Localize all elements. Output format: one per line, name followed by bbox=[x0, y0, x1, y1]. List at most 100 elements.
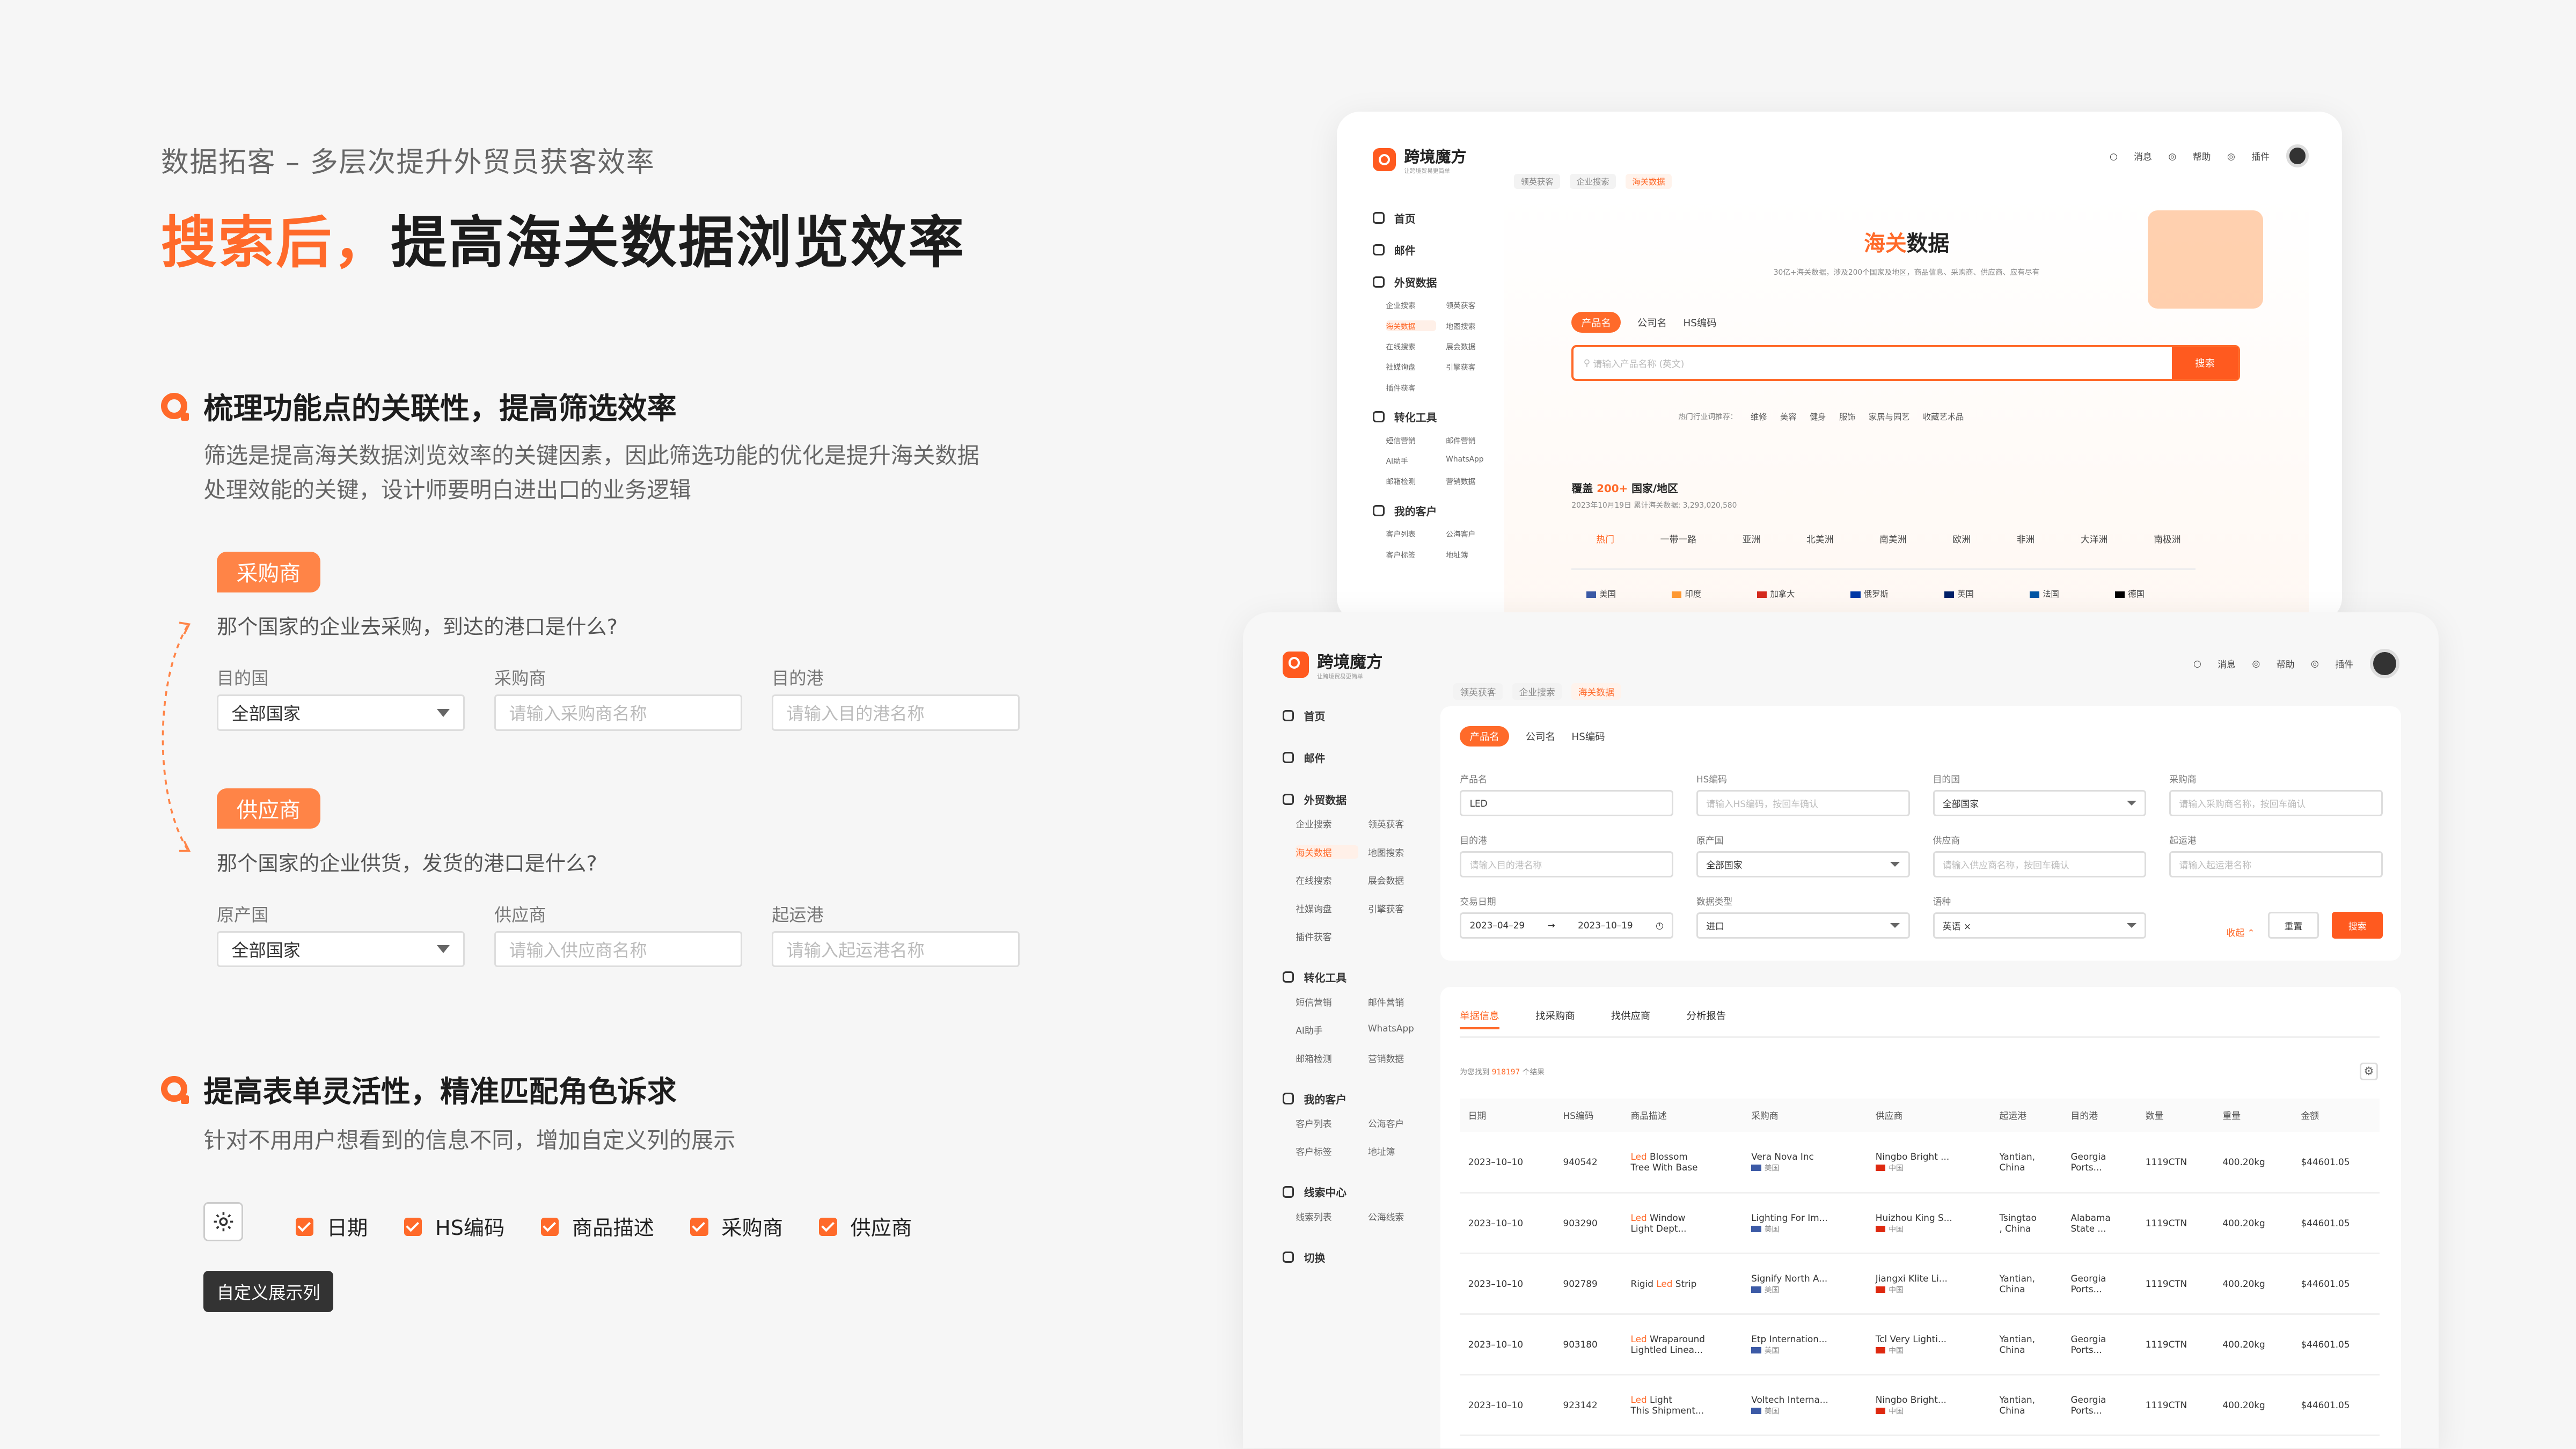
plugin-icon[interactable]: ◎ bbox=[2311, 658, 2319, 669]
help-icon[interactable]: ◎ bbox=[2252, 658, 2260, 669]
tab-records[interactable]: 单据信息 bbox=[1460, 1008, 1499, 1029]
cell-desc[interactable]: Led Wraparound Lightled Linea... bbox=[1622, 1314, 1743, 1376]
nav-lead[interactable]: 线索中心 bbox=[1282, 1184, 1430, 1199]
cell-buyer[interactable]: Signify North A... 美国 bbox=[1743, 1253, 1868, 1315]
nav-trade[interactable]: 外贸数据 bbox=[1373, 274, 1496, 290]
subnav-item[interactable]: 短信营销 bbox=[1386, 435, 1436, 445]
column-checkbox-supplier[interactable]: 供应商 bbox=[819, 1212, 912, 1241]
search-button[interactable]: 搜索 bbox=[2332, 912, 2383, 939]
country-item[interactable]: 英国 bbox=[1944, 588, 1974, 599]
messages-link[interactable]: 消息 bbox=[2218, 657, 2236, 670]
table-row[interactable]: 2023–10–10 903290 Led Window Light Dept..… bbox=[1460, 1192, 2380, 1254]
subnav-item[interactable]: 引擎获客 bbox=[1368, 902, 1430, 915]
col-supplier[interactable]: 供应商 bbox=[1867, 1099, 1992, 1132]
back-search-button[interactable]: 搜索 bbox=[2172, 347, 2238, 379]
seg-hs[interactable]: HS编码 bbox=[1683, 316, 1716, 330]
country-item[interactable]: 法国 bbox=[2029, 588, 2059, 599]
col-date[interactable]: 日期 bbox=[1460, 1099, 1555, 1132]
cell-buyer[interactable]: Voltech Interna... 美国 bbox=[1743, 1374, 1868, 1437]
bell-icon[interactable]: ○ bbox=[2110, 151, 2118, 162]
subnav-item[interactable]: 邮件营销 bbox=[1368, 995, 1430, 1008]
help-link[interactable]: 帮助 bbox=[2193, 149, 2211, 163]
col-hs[interactable]: HS编码 bbox=[1555, 1099, 1623, 1132]
subnav-item[interactable]: 地址簿 bbox=[1368, 1144, 1430, 1158]
nav-trade[interactable]: 外贸数据 bbox=[1282, 792, 1430, 807]
nav-customer[interactable]: 我的客户 bbox=[1373, 503, 1496, 518]
plugin-link[interactable]: 插件 bbox=[2335, 657, 2353, 670]
hot-item[interactable]: 维修 bbox=[1751, 411, 1767, 422]
subnav-item[interactable]: AI助手 bbox=[1296, 1023, 1358, 1036]
subnav-item[interactable]: 插件获客 bbox=[1296, 930, 1358, 943]
nav-mail[interactable]: 邮件 bbox=[1373, 242, 1496, 258]
subnav-item[interactable]: 领英获客 bbox=[1368, 817, 1430, 830]
cell-desc[interactable]: Led Window Light Dept... bbox=[1622, 1192, 1743, 1254]
cell-buyer[interactable]: Vera Nova Inc 美国 bbox=[1743, 1131, 1868, 1194]
cell-supplier[interactable]: Tcl Very Lighti... 中国 bbox=[1867, 1314, 1992, 1376]
origin-port-input[interactable]: 请输入起运港名称 bbox=[772, 931, 1020, 968]
subnav-item[interactable]: 客户列表 bbox=[1386, 528, 1436, 539]
plugin-link[interactable]: 插件 bbox=[2251, 149, 2270, 163]
hot-item[interactable]: 美容 bbox=[1780, 411, 1797, 422]
supplier-input[interactable]: 请输入供应商名称 bbox=[494, 931, 743, 968]
date-range-picker[interactable]: 2023–04–29 → 2023–10–19 ◷ bbox=[1460, 912, 1674, 939]
tab-linkedin[interactable]: 领英获客 bbox=[1453, 683, 1503, 700]
nav-home[interactable]: 首页 bbox=[1373, 210, 1496, 226]
subnav-item[interactable]: 展会数据 bbox=[1446, 341, 1496, 352]
subnav-item[interactable]: 社媒询盘 bbox=[1296, 902, 1358, 915]
subnav-item[interactable]: 社媒询盘 bbox=[1386, 361, 1436, 372]
help-icon[interactable]: ◎ bbox=[2168, 151, 2176, 162]
subnav-item[interactable]: 在线搜索 bbox=[1296, 873, 1358, 887]
dest-country-select[interactable]: 全部国家 bbox=[216, 694, 465, 731]
region-tab[interactable]: 欧洲 bbox=[1952, 532, 1971, 545]
language-select[interactable]: 英语 × bbox=[1933, 912, 2147, 939]
tab-report[interactable]: 分析报告 bbox=[1687, 1008, 1726, 1029]
plugin-icon[interactable]: ◎ bbox=[2227, 151, 2235, 162]
col-amount[interactable]: 金额 bbox=[2293, 1099, 2380, 1132]
table-row[interactable]: 2023–10–10 902789 Rigid Led Strip Signif… bbox=[1460, 1253, 2380, 1315]
region-tab[interactable]: 大洋洲 bbox=[2081, 532, 2107, 545]
table-row[interactable]: 2023–10–10 903180 Led Wraparound Lightled… bbox=[1460, 1314, 2380, 1376]
col-desc[interactable]: 商品描述 bbox=[1622, 1099, 1743, 1132]
cell-supplier[interactable]: Jiangxi Klite Li... 中国 bbox=[1867, 1253, 1992, 1315]
region-tab[interactable]: 南美洲 bbox=[1879, 532, 1906, 545]
data-type-select[interactable]: 进口 bbox=[1696, 912, 1910, 939]
region-tab[interactable]: 南极洲 bbox=[2154, 532, 2180, 545]
seg-hs[interactable]: HS编码 bbox=[1571, 729, 1605, 743]
hot-item[interactable]: 收藏艺术品 bbox=[1923, 411, 1964, 422]
col-buyer[interactable]: 采购商 bbox=[1743, 1099, 1868, 1132]
country-item[interactable]: 美国 bbox=[1586, 588, 1616, 599]
country-item[interactable]: 德国 bbox=[2114, 588, 2145, 599]
cell-supplier[interactable]: Huizhou King S... 中国 bbox=[1867, 1192, 1992, 1254]
hot-item[interactable]: 健身 bbox=[1810, 411, 1826, 422]
hot-item[interactable]: 服饰 bbox=[1839, 411, 1856, 422]
buyer-input[interactable]: 请输入采购商名称，按回车确认 bbox=[2169, 790, 2383, 817]
subnav-item[interactable]: 地址簿 bbox=[1446, 549, 1496, 560]
nav-mail[interactable]: 邮件 bbox=[1282, 750, 1430, 765]
column-checkbox-hs[interactable]: HS编码 bbox=[404, 1212, 504, 1241]
cell-desc[interactable]: Rigid Led Strip bbox=[1622, 1253, 1743, 1315]
subnav-item[interactable]: 在线搜索 bbox=[1386, 341, 1436, 352]
subnav-item[interactable]: 企业搜索 bbox=[1296, 817, 1358, 830]
col-dest-port[interactable]: 目的港 bbox=[2062, 1099, 2138, 1132]
bell-icon[interactable]: ○ bbox=[2193, 658, 2201, 669]
subnav-item[interactable]: 邮箱检测 bbox=[1386, 475, 1436, 486]
subnav-item[interactable]: 邮件营销 bbox=[1446, 435, 1496, 445]
tab-customs[interactable]: 海关数据 bbox=[1571, 683, 1621, 700]
table-row[interactable]: 2023–10–10 923142 Led Light This Shipment… bbox=[1460, 1374, 2380, 1437]
table-settings-button[interactable]: ⚙ bbox=[2360, 1062, 2378, 1081]
subnav-item[interactable]: 插件获客 bbox=[1386, 382, 1436, 393]
subnav-item[interactable]: 引擎获客 bbox=[1446, 361, 1496, 372]
avatar[interactable] bbox=[2369, 648, 2399, 678]
subnav-item[interactable]: 客户标签 bbox=[1296, 1144, 1358, 1158]
messages-link[interactable]: 消息 bbox=[2134, 149, 2152, 163]
subnav-item-active[interactable]: 海关数据 bbox=[1386, 320, 1436, 331]
tab-customs[interactable]: 海关数据 bbox=[1626, 174, 1672, 189]
col-weight[interactable]: 重量 bbox=[2214, 1099, 2293, 1132]
origin-country-select[interactable]: 全部国家 bbox=[216, 931, 465, 968]
tab-find-supplier[interactable]: 找供应商 bbox=[1611, 1008, 1650, 1029]
subnav-item[interactable]: AI助手 bbox=[1386, 455, 1436, 466]
help-link[interactable]: 帮助 bbox=[2277, 657, 2295, 670]
avatar[interactable] bbox=[2286, 144, 2309, 168]
table-row[interactable]: 2023–10–10 940542 Led Blossom Tree With B… bbox=[1460, 1131, 2380, 1194]
tab-company[interactable]: 企业搜索 bbox=[1512, 683, 1562, 700]
